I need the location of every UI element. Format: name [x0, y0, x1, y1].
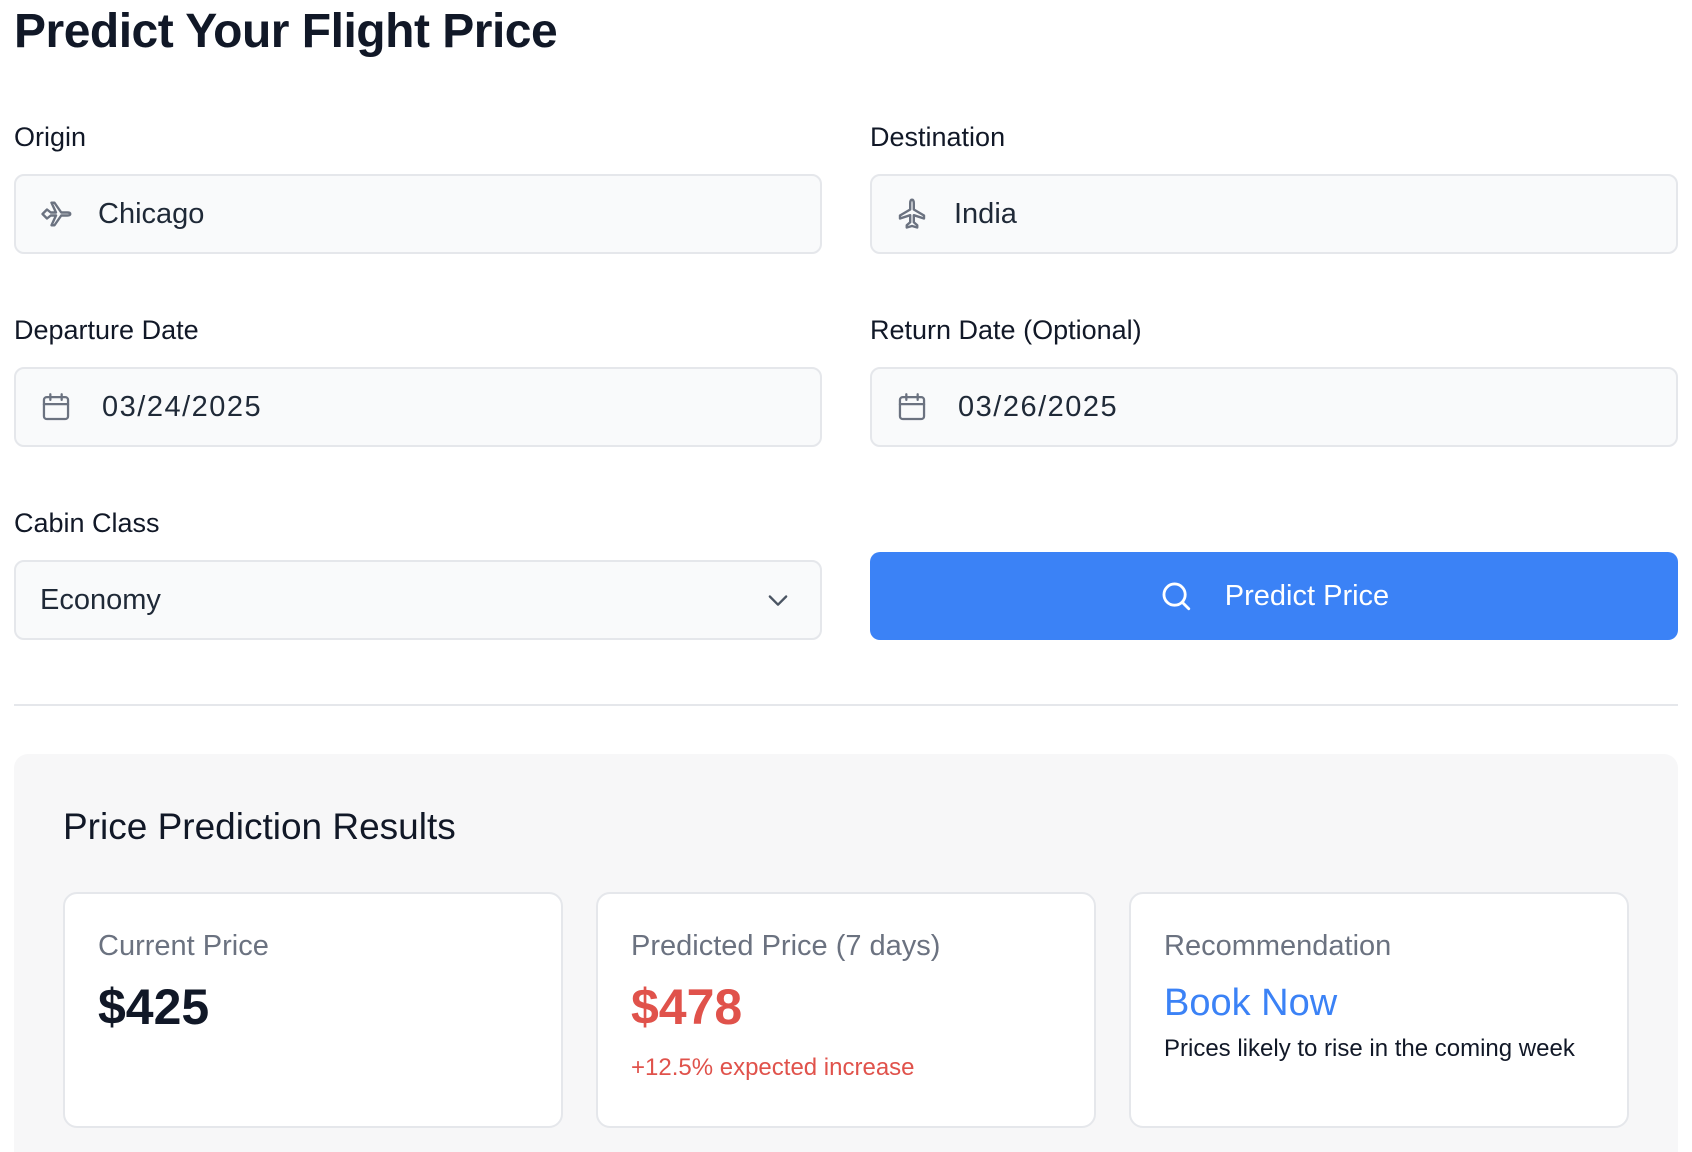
- origin-value: Chicago: [98, 197, 205, 230]
- departure-date-value: 03/24/2025: [102, 390, 263, 423]
- calendar-icon: [894, 389, 930, 425]
- destination-value: India: [954, 197, 1017, 230]
- predicted-price-label: Predicted Price (7 days): [631, 930, 941, 962]
- plane-icon: [894, 196, 930, 232]
- predicted-change-text: +12.5% expected increase: [631, 1054, 915, 1081]
- results-panel: Price Prediction Results Current Price $…: [14, 754, 1678, 1152]
- destination-input[interactable]: India: [870, 174, 1678, 254]
- predicted-price-card: Predicted Price (7 days) $478 +12.5% exp…: [596, 892, 1096, 1128]
- predicted-price-value: $478: [631, 979, 743, 1035]
- chevron-down-icon: [764, 586, 792, 614]
- recommendation-value: Book Now: [1164, 982, 1338, 1024]
- calendar-icon: [38, 389, 74, 425]
- results-title: Price Prediction Results: [63, 806, 456, 847]
- cabin-class-value: Economy: [40, 583, 161, 616]
- search-icon: [1159, 579, 1193, 613]
- predict-price-button[interactable]: Predict Price: [870, 552, 1678, 640]
- recommendation-card: Recommendation Book Now Prices likely to…: [1129, 892, 1629, 1128]
- departure-label: Departure Date: [14, 315, 199, 345]
- current-price-card: Current Price $425: [63, 892, 563, 1128]
- recommendation-note: Prices likely to rise in the coming week: [1164, 1035, 1575, 1062]
- cabin-class-select[interactable]: Economy: [14, 560, 822, 640]
- origin-label: Origin: [14, 122, 87, 152]
- plane-takeoff-icon: [38, 196, 74, 232]
- recommendation-label: Recommendation: [1164, 930, 1392, 962]
- current-price-value: $425: [98, 979, 210, 1035]
- return-date-value: 03/26/2025: [958, 390, 1119, 423]
- return-label: Return Date (Optional): [870, 315, 1142, 345]
- cabin-class-label: Cabin Class: [14, 508, 160, 538]
- section-divider: [14, 704, 1678, 706]
- current-price-label: Current Price: [98, 930, 269, 962]
- destination-label: Destination: [870, 122, 1006, 152]
- return-date-input[interactable]: 03/26/2025: [870, 367, 1678, 447]
- origin-input[interactable]: Chicago: [14, 174, 822, 254]
- predict-price-label: Predict Price: [1224, 579, 1390, 612]
- departure-date-input[interactable]: 03/24/2025: [14, 367, 822, 447]
- page-title: Predict Your Flight Price: [14, 5, 558, 58]
